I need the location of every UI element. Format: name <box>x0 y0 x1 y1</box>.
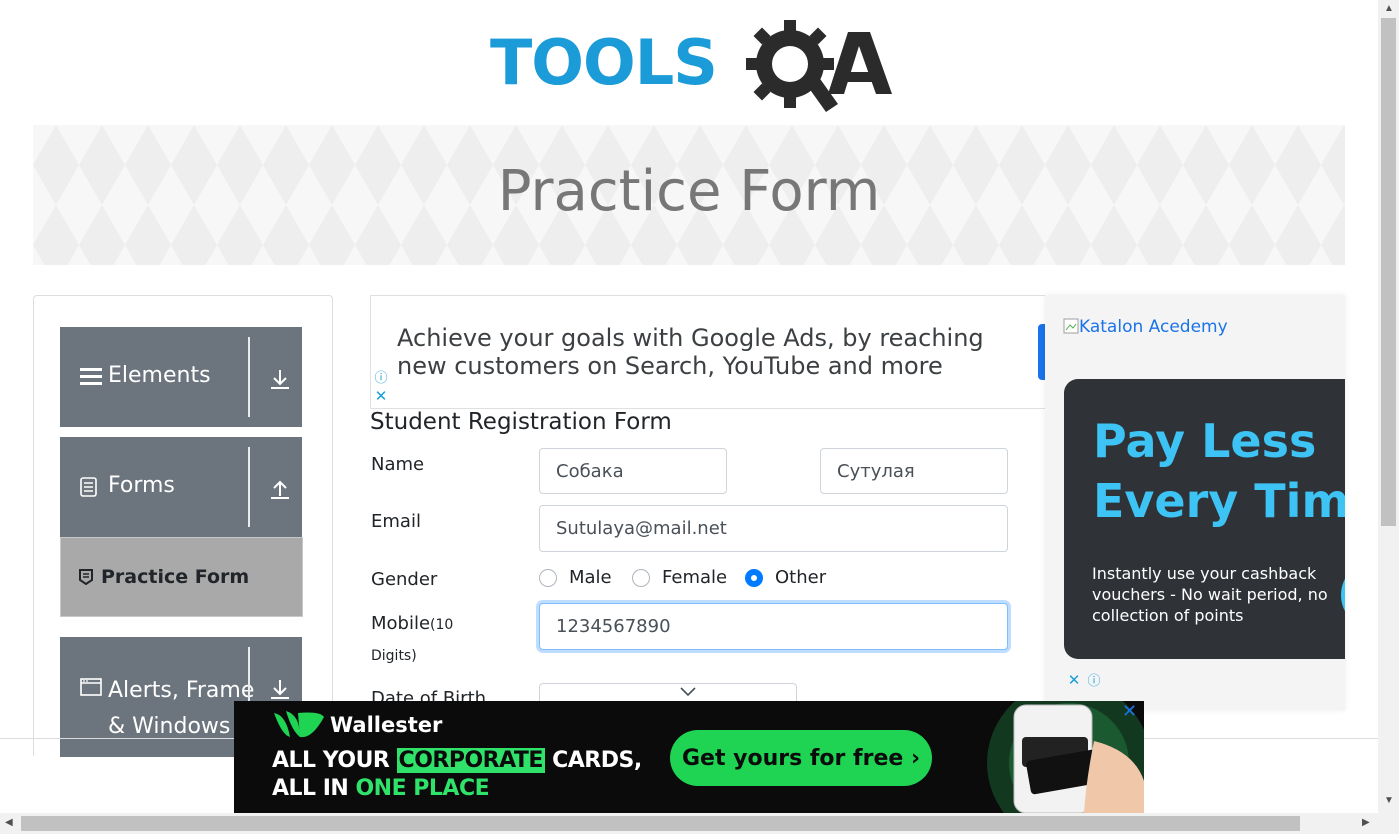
gender-radio-female[interactable]: Female <box>632 567 727 588</box>
bottom-ad[interactable]: Wallester ALL YOUR CORPORATE CARDS, ALL … <box>234 701 1144 813</box>
mobile-label-text: Mobile <box>371 613 431 634</box>
sidebar: Elements Forms Practice Form Alerts, Fra… <box>33 295 333 757</box>
mobile-hint: (10 <box>430 617 454 633</box>
sidebar-item-label: Practice Form <box>101 566 250 588</box>
ad-card[interactable]: Pay Less Every Time Instantly use your c… <box>1064 379 1345 659</box>
sidebar-group-forms[interactable]: Forms <box>60 437 302 537</box>
ad-info-icon[interactable]: ⓘ <box>1086 673 1102 689</box>
hamburger-icon <box>80 327 102 427</box>
form-title: Student Registration Form <box>370 409 672 435</box>
email-input[interactable]: Sutulaya@mail.net <box>539 505 1008 552</box>
right-ad[interactable]: Katalon Acedemy Pay Less Every Time Inst… <box>1045 295 1345 710</box>
document-icon <box>80 437 102 537</box>
divider <box>248 337 250 417</box>
download-arrow-icon[interactable] <box>268 367 292 391</box>
phone-with-cards-image <box>987 701 1144 813</box>
ad-line-2: ALL IN ONE PLACE <box>272 776 490 801</box>
sidebar-group-label: Elements <box>108 363 211 388</box>
page-banner: Practice Form <box>33 125 1345 265</box>
ad-text: CARDS, <box>544 748 642 773</box>
scroll-left-icon[interactable]: ◀ <box>5 817 13 828</box>
scroll-up-icon[interactable]: ▲ <box>1384 3 1394 14</box>
toolsqa-logo[interactable]: TOOLS <box>488 18 892 114</box>
wallester-logo-icon <box>274 711 324 738</box>
form-icon <box>79 569 93 585</box>
ad-brand: Wallester <box>330 713 443 737</box>
scrollbar-thumb[interactable] <box>1381 18 1396 526</box>
last-name-input[interactable]: Сутулая <box>820 448 1008 494</box>
window-icon <box>80 637 102 737</box>
logo-letter-a-icon <box>828 32 892 94</box>
sidebar-group-label-line2: & Windows <box>108 714 231 739</box>
radio-circle-selected[interactable] <box>745 568 763 587</box>
google-ad-banner[interactable]: Achieve your goals with Google Ads, by r… <box>370 295 1046 409</box>
ad-highlight: ONE PLACE <box>355 776 490 801</box>
scroll-down-icon[interactable]: ▼ <box>1384 795 1394 806</box>
gender-label: Gender <box>371 569 438 590</box>
broken-image-alt: Katalon Acedemy <box>1079 317 1228 337</box>
vertical-scrollbar[interactable]: ▲ ▼ <box>1378 0 1399 834</box>
gender-radio-other[interactable]: Other <box>745 567 826 588</box>
sidebar-group-label: Forms <box>108 473 175 498</box>
mobile-label: Mobile(10 Digits) <box>371 609 453 671</box>
gender-radio-male[interactable]: Male <box>539 567 612 588</box>
sidebar-group-elements[interactable]: Elements <box>60 327 302 427</box>
horizontal-scrollbar[interactable]: ◀ ▶ <box>0 813 1378 834</box>
ad-line-1: ALL YOUR CORPORATE CARDS, <box>272 748 642 773</box>
broken-image-link[interactable]: Katalon Acedemy <box>1063 317 1228 337</box>
ad-headline: Pay Less Every Time <box>1093 411 1345 531</box>
ad-text: Achieve your goals with Google Ads, by r… <box>397 324 984 380</box>
ad-body: Instantly use your cashback vouchers - N… <box>1092 564 1328 625</box>
ad-info-icon[interactable]: ⓘ <box>373 370 389 386</box>
scroll-right-icon[interactable]: ▶ <box>1362 817 1370 828</box>
sidebar-group-label-line1: Alerts, Frame <box>108 678 255 703</box>
email-label: Email <box>371 511 421 532</box>
download-arrow-icon[interactable] <box>268 677 292 701</box>
radio-label: Other <box>775 567 827 588</box>
ad-next-button[interactable] <box>1341 560 1345 630</box>
divider <box>248 447 250 527</box>
ad-highlight: CORPORATE <box>396 748 545 773</box>
mobile-hint-line2: Digits) <box>371 648 417 664</box>
ad-text: ALL IN <box>272 776 356 801</box>
ad-close-icon[interactable]: ✕ <box>1122 701 1140 721</box>
ad-cta-button[interactable]: Get yours for free › <box>670 730 932 786</box>
radio-label: Male <box>569 567 612 588</box>
ad-close-icon[interactable]: ✕ <box>1066 673 1082 689</box>
radio-circle[interactable] <box>539 568 557 587</box>
scrollbar-thumb[interactable] <box>21 816 1300 831</box>
ad-headline-line2: Every Time <box>1093 474 1345 528</box>
upload-arrow-icon[interactable] <box>268 477 292 501</box>
first-name-input[interactable]: Собака <box>539 448 727 494</box>
name-label: Name <box>371 454 425 475</box>
broken-image-icon <box>1063 318 1079 334</box>
radio-label: Female <box>662 567 728 588</box>
ad-close-icon[interactable]: ✕ <box>373 389 389 405</box>
ad-headline-line1: Pay Less <box>1093 414 1317 468</box>
logo-text-tools: TOOLS <box>490 26 718 99</box>
mobile-input[interactable]: 1234567890 <box>539 603 1008 650</box>
page-title: Practice Form <box>497 159 881 224</box>
radio-circle[interactable] <box>632 568 650 587</box>
chevron-down-icon <box>680 687 696 697</box>
sidebar-item-practice-form[interactable]: Practice Form <box>60 537 303 617</box>
ad-text: ALL YOUR <box>272 748 397 773</box>
